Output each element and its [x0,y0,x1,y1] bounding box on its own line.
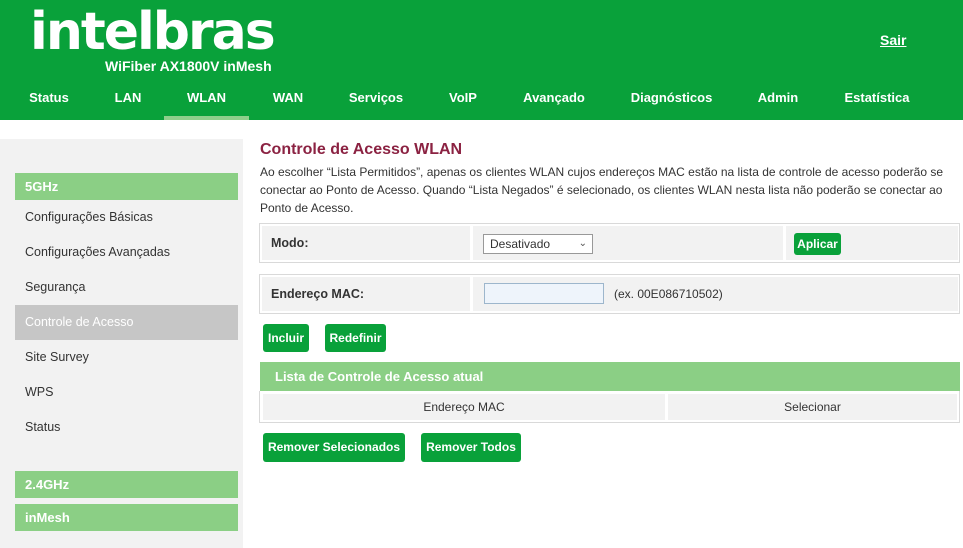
sidebar-item-security[interactable]: Segurança [15,270,238,305]
tab-lan[interactable]: LAN [92,82,164,120]
page-title: Controle de Acesso WLAN [260,141,463,158]
sidebar-item-site-survey[interactable]: Site Survey [15,340,238,375]
acl-col-select: Selecionar [668,394,957,420]
tab-avancado[interactable]: Avançado [509,82,599,120]
apply-cell: Aplicar [786,226,958,260]
page-description: Ao escolher “Lista Permitidos”, apenas o… [260,165,944,215]
acl-list-header: Lista de Controle de Acesso atual [260,362,960,391]
remove-selected-button[interactable]: Remover Selecionados [263,433,405,462]
device-model: WiFiber AX1800V inMesh [105,58,272,74]
tab-status[interactable]: Status [10,82,88,120]
main-content: Controle de Acesso WLAN Ao escolher “Lis… [260,140,960,217]
sidebar-section-5ghz[interactable]: 5GHz [15,173,238,200]
mac-label-cell: Endereço MAC: [262,277,470,311]
sidebar-section-24ghz[interactable]: 2.4GHz [15,471,238,498]
sidebar-item-access-control[interactable]: Controle de Acesso [15,305,238,340]
mac-address-input[interactable] [484,283,604,304]
mode-select-value: Desativado [490,237,551,251]
mode-select[interactable]: Desativado ⌄ [483,234,593,254]
tab-wan[interactable]: WAN [249,82,327,120]
tab-admin[interactable]: Admin [744,82,812,120]
mac-label: Endereço MAC: [271,287,365,301]
remove-all-button[interactable]: Remover Todos [421,433,521,462]
logout-link[interactable]: Sair [880,32,906,48]
include-button[interactable]: Incluir [263,324,309,352]
mode-select-cell: Desativado ⌄ [473,226,783,260]
sidebar: 5GHz Configurações Básicas Configurações… [0,139,243,548]
header: intelbras WiFiber AX1800V inMesh Sair St… [0,0,963,120]
mac-hint: (ex. 00E086710502) [614,287,723,301]
mac-input-cell: (ex. 00E086710502) [473,277,958,311]
mode-label: Modo: [271,236,309,250]
tab-estatistica[interactable]: Estatística [828,82,926,120]
main-nav: Status LAN WLAN WAN Serviços VoIP Avança… [0,82,963,120]
acl-col-mac: Endereço MAC [263,394,665,420]
reset-button[interactable]: Redefinir [325,324,386,352]
chevron-down-icon: ⌄ [578,238,587,249]
mode-row: Modo: Desativado ⌄ Aplicar [259,223,960,263]
tab-wlan[interactable]: WLAN [164,82,249,120]
sidebar-item-basic-settings[interactable]: Configurações Básicas [15,200,238,235]
tab-servicos[interactable]: Serviços [335,82,417,120]
apply-button[interactable]: Aplicar [794,233,841,255]
tab-voip[interactable]: VoIP [432,82,494,120]
sidebar-section-inmesh[interactable]: inMesh [15,504,238,531]
mode-label-cell: Modo: [262,226,470,260]
sidebar-item-advanced-settings[interactable]: Configurações Avançadas [15,235,238,270]
sidebar-item-status[interactable]: Status [15,410,238,445]
mac-row: Endereço MAC: (ex. 00E086710502) [259,274,960,314]
intelbras-logo: intelbras [30,2,276,62]
sidebar-item-wps[interactable]: WPS [15,375,238,410]
tab-diagnosticos[interactable]: Diagnósticos [616,82,727,120]
